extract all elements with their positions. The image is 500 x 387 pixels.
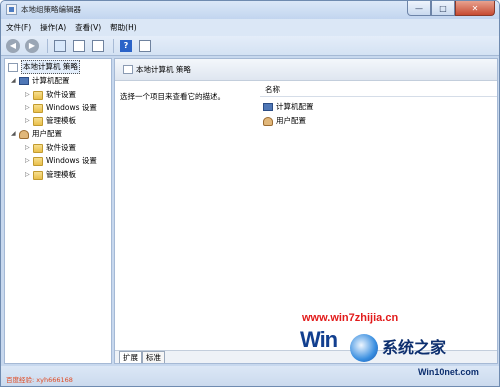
help-icon: ? xyxy=(120,39,132,52)
brand-logo-icon xyxy=(350,334,378,362)
tab-extended[interactable]: 扩展 xyxy=(119,351,142,363)
console-tree-icon xyxy=(54,39,66,52)
menu-view[interactable]: 查看(V) xyxy=(75,22,101,34)
app-window: 本地组策略编辑器 — □ ✕ 文件(F) 操作(A) 查看(V) 帮助(H) ◀… xyxy=(0,0,500,387)
tree-item-label: 计算机配置 xyxy=(32,76,70,85)
forward-button[interactable]: ▶ xyxy=(24,38,40,54)
collapsed-arrow-icon[interactable]: ▷ xyxy=(25,169,31,181)
tree-item-computer-software[interactable]: ▷ 软件设置 xyxy=(25,89,76,101)
forward-arrow-icon: ▶ xyxy=(25,38,39,53)
show-hide-tree-button[interactable] xyxy=(52,38,68,54)
tree-item-label: 用户配置 xyxy=(32,129,62,138)
user-icon xyxy=(263,116,273,126)
properties-icon xyxy=(73,39,85,52)
export-list-button[interactable] xyxy=(90,38,106,54)
expanded-arrow-icon[interactable]: ◢ xyxy=(11,75,17,87)
policy-document-icon xyxy=(123,65,133,74)
computer-icon xyxy=(19,77,29,85)
folder-icon xyxy=(33,170,43,180)
menu-help[interactable]: 帮助(H) xyxy=(110,22,137,34)
tree-item-user-config[interactable]: ◢ 用户配置 xyxy=(11,128,62,140)
tree-item-label: 管理模板 xyxy=(46,116,76,125)
close-button[interactable]: ✕ xyxy=(455,1,495,16)
folder-icon xyxy=(33,143,43,153)
tree-item-computer-windows[interactable]: ▷ Windows 设置 xyxy=(25,102,97,114)
expanded-arrow-icon[interactable]: ◢ xyxy=(11,128,17,140)
menu-bar: 文件(F) 操作(A) 查看(V) 帮助(H) xyxy=(1,19,499,36)
tree-item-computer-config[interactable]: ◢ 计算机配置 xyxy=(11,75,70,87)
tree-item-label: 本地计算机 策略 xyxy=(21,60,80,74)
console-tree: 本地计算机 策略 ◢ 计算机配置 ▷ 软件设置 ▷ Windows 设置 ▷ 管… xyxy=(4,58,112,364)
tree-item-label: 管理模板 xyxy=(46,170,76,179)
tree-item-user-software[interactable]: ▷ 软件设置 xyxy=(25,142,76,154)
computer-icon xyxy=(263,103,273,111)
folder-icon xyxy=(33,116,43,126)
menu-action[interactable]: 操作(A) xyxy=(40,22,66,34)
minimize-button[interactable]: — xyxy=(407,1,431,16)
action-pane-icon xyxy=(139,39,151,52)
back-arrow-icon: ◀ xyxy=(6,38,20,53)
tree-item-computer-admin[interactable]: ▷ 管理模板 xyxy=(25,115,76,127)
tree-item-label: 软件设置 xyxy=(46,90,76,99)
list-item-computer-config[interactable]: 计算机配置 xyxy=(263,101,314,113)
toolbar-separator xyxy=(113,38,114,53)
tree-item-user-windows[interactable]: ▷ Windows 设置 xyxy=(25,155,97,167)
back-button[interactable]: ◀ xyxy=(5,38,21,54)
app-icon xyxy=(6,4,17,15)
menu-file[interactable]: 文件(F) xyxy=(6,22,31,34)
column-header-name[interactable]: 名称 xyxy=(260,83,497,97)
window-title: 本地组策略编辑器 xyxy=(21,5,81,14)
folder-icon xyxy=(33,156,43,166)
user-icon xyxy=(19,129,29,139)
title-bar[interactable]: 本地组策略编辑器 — □ ✕ xyxy=(1,1,499,19)
list-item-label: 用户配置 xyxy=(276,116,306,125)
brand-logo-text: Win xyxy=(300,327,338,352)
folder-icon xyxy=(33,103,43,113)
description-text: 选择一个项目来查看它的描述。 xyxy=(120,92,225,101)
properties-button[interactable] xyxy=(71,38,87,54)
tree-item-user-admin[interactable]: ▷ 管理模板 xyxy=(25,169,76,181)
details-title: 本地计算机 策略 xyxy=(136,65,191,74)
show-action-pane-button[interactable] xyxy=(137,38,153,54)
details-header: 本地计算机 策略 xyxy=(115,59,497,81)
item-list: 名称 计算机配置 用户配置 xyxy=(260,81,497,349)
collapsed-arrow-icon[interactable]: ▷ xyxy=(25,102,31,114)
help-button[interactable]: ? xyxy=(118,38,134,54)
collapsed-arrow-icon[interactable]: ▷ xyxy=(25,155,31,167)
policy-document-icon xyxy=(8,62,18,72)
list-item-label: 计算机配置 xyxy=(276,102,314,111)
toolbar: ◀ ▶ ? xyxy=(1,36,499,56)
collapsed-arrow-icon[interactable]: ▷ xyxy=(25,89,31,101)
toolbar-separator xyxy=(47,38,48,53)
folder-icon xyxy=(33,90,43,100)
tree-item-label: Windows 设置 xyxy=(46,156,97,165)
maximize-button[interactable]: □ xyxy=(431,1,455,16)
collapsed-arrow-icon[interactable]: ▷ xyxy=(25,142,31,154)
collapsed-arrow-icon[interactable]: ▷ xyxy=(25,115,31,127)
tree-item-root[interactable]: 本地计算机 策略 xyxy=(8,60,80,74)
brand-logo-site: Win10net.com xyxy=(418,367,479,377)
brand-url: www.win7zhijia.cn xyxy=(302,312,399,324)
tab-standard[interactable]: 标准 xyxy=(142,351,165,363)
export-icon xyxy=(92,39,104,52)
brand-logo-name: 系统之家 xyxy=(382,340,447,357)
watermark-text: 百度经验: xyh666168 xyxy=(6,376,73,384)
tree-item-label: Windows 设置 xyxy=(46,103,97,112)
list-item-user-config[interactable]: 用户配置 xyxy=(263,115,306,127)
window-controls: — □ ✕ xyxy=(407,1,495,17)
tree-item-label: 软件设置 xyxy=(46,143,76,152)
